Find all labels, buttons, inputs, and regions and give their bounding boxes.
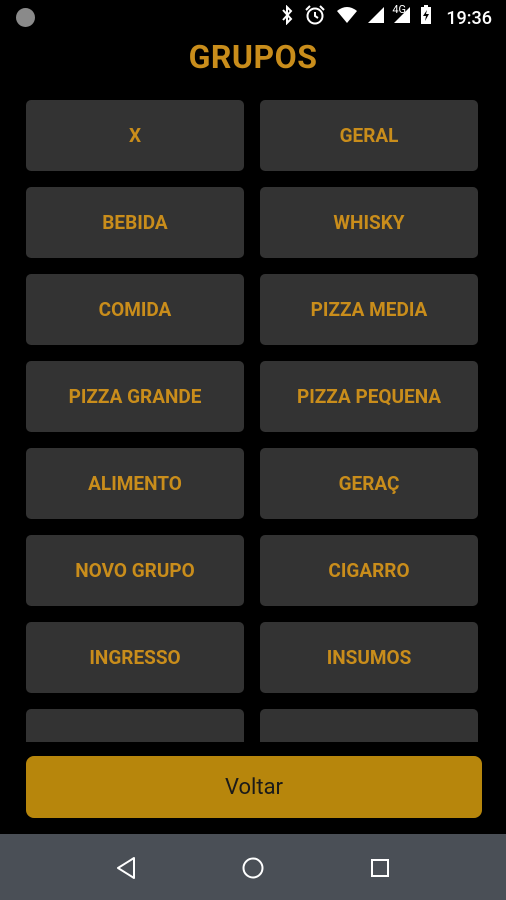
group-button[interactable]: GERAÇ bbox=[260, 448, 478, 519]
system-nav-bar bbox=[0, 834, 506, 900]
group-button-label: BEBIDA bbox=[102, 211, 168, 234]
group-button[interactable] bbox=[26, 709, 244, 742]
status-time: 19:36 bbox=[446, 7, 492, 29]
group-button-label: INSUMOS bbox=[326, 646, 412, 669]
alarm-icon bbox=[304, 4, 326, 33]
group-button-label: X bbox=[128, 124, 142, 147]
back-button-label: Voltar bbox=[224, 774, 284, 800]
group-button-label: INGRESSO bbox=[89, 646, 181, 669]
nav-home-icon[interactable] bbox=[237, 852, 269, 884]
wifi-icon bbox=[336, 6, 358, 31]
groups-scroll-area[interactable]: X GERAL BEBIDA WHISKY COMIDA PIZZA MEDIA PIZZA… bbox=[0, 100, 506, 742]
group-button[interactable] bbox=[260, 709, 478, 742]
page-title: GRUPOS bbox=[188, 38, 318, 76]
group-button[interactable]: PIZZA PEQUENA bbox=[260, 361, 478, 432]
group-button-label: CIGARRO bbox=[328, 559, 410, 582]
back-button[interactable]: Voltar bbox=[26, 756, 482, 818]
group-button[interactable]: GERAL bbox=[260, 100, 478, 171]
group-button[interactable]: ALIMENTO bbox=[26, 448, 244, 519]
group-button[interactable]: BEBIDA bbox=[26, 187, 244, 258]
group-button-label: PIZZA PEQUENA bbox=[296, 385, 442, 408]
notification-dot-icon bbox=[16, 8, 35, 27]
group-button-label: COMIDA bbox=[98, 298, 172, 321]
group-button[interactable]: INSUMOS bbox=[260, 622, 478, 693]
groups-grid: X GERAL BEBIDA WHISKY COMIDA PIZZA MEDIA PIZZA… bbox=[26, 100, 478, 742]
nav-back-icon[interactable] bbox=[110, 852, 142, 884]
network-type-label: 4G bbox=[392, 3, 407, 16]
nav-recents-icon[interactable] bbox=[364, 852, 396, 884]
group-button-label: PIZZA MEDIA bbox=[310, 298, 428, 321]
group-button-label: PIZZA GRANDE bbox=[68, 385, 202, 408]
status-icons: 4G 19:36 bbox=[280, 3, 492, 33]
group-button[interactable]: X bbox=[26, 100, 244, 171]
group-button[interactable]: COMIDA bbox=[26, 274, 244, 345]
group-button[interactable]: INGRESSO bbox=[26, 622, 244, 693]
group-button[interactable]: CIGARRO bbox=[260, 535, 478, 606]
signal-4g-icon: 4G bbox=[392, 3, 411, 30]
group-button[interactable]: NOVO GRUPO bbox=[26, 535, 244, 606]
signal-icon bbox=[368, 6, 385, 30]
bluetooth-icon bbox=[280, 4, 294, 32]
group-button-label: WHISKY bbox=[333, 211, 405, 234]
status-bar: 4G 19:36 bbox=[0, 0, 506, 36]
group-button[interactable]: PIZZA GRANDE bbox=[26, 361, 244, 432]
group-button[interactable]: WHISKY bbox=[260, 187, 478, 258]
group-button-label: GERAL bbox=[339, 124, 399, 147]
group-button-label: GERAÇ bbox=[338, 472, 400, 495]
battery-charging-icon bbox=[420, 4, 432, 32]
group-button-label: ALIMENTO bbox=[88, 472, 182, 495]
group-button-label: NOVO GRUPO bbox=[75, 559, 195, 582]
group-button[interactable]: PIZZA MEDIA bbox=[260, 274, 478, 345]
